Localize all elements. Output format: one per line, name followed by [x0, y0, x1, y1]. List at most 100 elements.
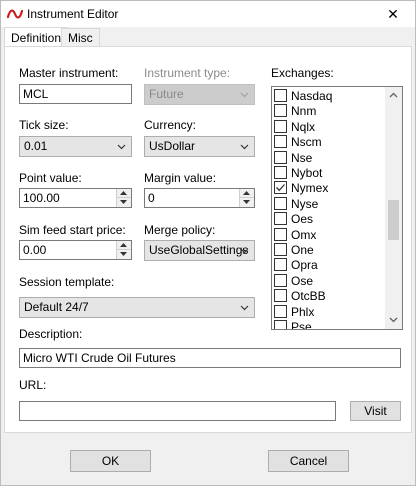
exchange-checkbox[interactable] — [274, 196, 287, 210]
scrollbar-thumb[interactable] — [388, 200, 399, 240]
scroll-down-arrow-icon[interactable] — [389, 315, 398, 324]
sim-feed-start-price-value: 0.00 — [23, 243, 47, 257]
chevron-down-icon — [240, 144, 249, 150]
exchange-name: Nybot — [291, 166, 323, 180]
exchange-item-ose[interactable]: Ose — [274, 273, 384, 289]
checkmark-icon — [276, 184, 285, 192]
instrument-type-select: Future — [144, 84, 255, 105]
increment-button[interactable] — [240, 189, 254, 198]
currency-label: Currency: — [144, 118, 197, 132]
tick-size-select[interactable]: 0.01 — [19, 136, 132, 157]
triangle-up-icon — [243, 191, 250, 195]
exchange-name: OtcBB — [291, 289, 326, 304]
exchange-name: Nnm — [291, 104, 317, 119]
point-value-spinner[interactable]: 100.00 — [19, 188, 132, 208]
description-input[interactable]: Micro WTI Crude Oil Futures — [19, 348, 401, 368]
exchange-item-opra[interactable]: Opra — [274, 257, 384, 273]
exchange-checkbox[interactable] — [274, 304, 287, 318]
margin-value-spinner[interactable]: 0 — [144, 188, 255, 208]
session-template-select[interactable]: Default 24/7 — [19, 297, 255, 318]
exchanges-listbox[interactable]: Nasdaq Nnm Nqlx Nscm Nse Nybot Nymex Nyse Oes Omx… — [271, 86, 403, 330]
exchange-item-otcbb[interactable]: OtcBB — [274, 288, 384, 304]
exchange-checkbox[interactable] — [274, 320, 287, 329]
scroll-up-arrow-icon[interactable] — [389, 91, 398, 100]
exchange-checkbox[interactable] — [274, 150, 287, 164]
exchange-name: Omx — [291, 227, 317, 242]
triangle-up-icon — [120, 243, 127, 247]
exchange-checkbox[interactable] — [274, 181, 287, 195]
chevron-down-icon — [240, 92, 249, 98]
triangle-down-icon — [120, 200, 127, 204]
tab-definition[interactable]: Definition — [4, 27, 69, 47]
exchange-checkbox[interactable] — [274, 212, 287, 226]
exchange-checkbox[interactable] — [274, 166, 287, 179]
currency-select[interactable]: UsDollar — [144, 136, 255, 157]
exchange-checkbox[interactable] — [274, 227, 287, 241]
margin-value-value: 0 — [148, 191, 155, 205]
exchange-item-pse[interactable]: Pse — [274, 319, 384, 330]
exchange-name: Nscm — [291, 135, 322, 150]
increment-button[interactable] — [117, 241, 131, 250]
exchange-checkbox[interactable] — [274, 135, 287, 149]
master-instrument-input[interactable]: MCL — [19, 84, 132, 104]
exchange-checkbox[interactable] — [274, 243, 287, 256]
merge-policy-select[interactable]: UseGlobalSettings — [144, 240, 255, 261]
definition-panel: Master instrument: MCL Instrument type: … — [4, 46, 412, 433]
exchange-item-nscm[interactable]: Nscm — [274, 134, 384, 150]
exchange-item-one[interactable]: One — [274, 242, 384, 258]
visit-button[interactable]: Visit — [350, 401, 401, 421]
tick-size-value: 0.01 — [24, 139, 48, 153]
cancel-button[interactable]: Cancel — [268, 450, 349, 472]
exchange-checkbox[interactable] — [274, 258, 287, 272]
triangle-up-icon — [120, 191, 127, 195]
exchange-name: Phlx — [291, 304, 315, 319]
instrument-type-label: Instrument type: — [144, 66, 231, 80]
exchange-item-omx[interactable]: Omx — [274, 227, 384, 243]
exchange-checkbox[interactable] — [274, 273, 287, 287]
exchange-name: Pse — [291, 320, 312, 330]
window-title: Instrument Editor — [27, 7, 119, 21]
exchange-item-nnm[interactable]: Nnm — [274, 103, 384, 119]
close-button[interactable]: ✕ — [371, 1, 415, 27]
spinner-buttons — [116, 241, 131, 259]
title-bar: Instrument Editor ✕ — [1, 1, 415, 27]
spinner-buttons — [239, 189, 254, 207]
exchange-name: Nse — [291, 150, 313, 165]
session-template-label: Session template: — [19, 275, 115, 289]
exchange-item-nqlx[interactable]: Nqlx — [274, 119, 384, 135]
chevron-down-icon — [117, 144, 126, 150]
exchange-name: Opra — [291, 258, 318, 273]
exchange-item-oes[interactable]: Oes — [274, 211, 384, 227]
close-icon: ✕ — [387, 6, 399, 22]
tab-misc[interactable]: Misc — [61, 28, 100, 47]
point-value-value: 100.00 — [23, 191, 60, 205]
exchange-name: Nasdaq — [291, 89, 333, 103]
merge-policy-value: UseGlobalSettings — [149, 243, 249, 257]
exchange-checkbox[interactable] — [274, 289, 287, 303]
exchange-item-nybot[interactable]: Nybot — [274, 165, 384, 181]
exchange-item-phlx[interactable]: Phlx — [274, 304, 384, 320]
session-template-value: Default 24/7 — [24, 300, 89, 314]
exchanges-scrollbar[interactable] — [385, 87, 402, 329]
exchange-checkbox[interactable] — [274, 104, 287, 118]
spinner-buttons — [116, 189, 131, 207]
triangle-down-icon — [120, 252, 127, 256]
exchange-item-nymex[interactable]: Nymex — [274, 180, 384, 196]
decrement-button[interactable] — [240, 198, 254, 207]
url-input[interactable] — [19, 401, 336, 421]
exchange-name: Nymex — [291, 181, 329, 196]
master-instrument-label: Master instrument: — [19, 66, 119, 80]
decrement-button[interactable] — [117, 250, 131, 259]
exchange-item-nasdaq[interactable]: Nasdaq — [274, 88, 384, 104]
decrement-button[interactable] — [117, 198, 131, 207]
exchange-item-nyse[interactable]: Nyse — [274, 196, 384, 212]
increment-button[interactable] — [117, 189, 131, 198]
exchange-item-nse[interactable]: Nse — [274, 150, 384, 166]
merge-policy-label: Merge policy: — [144, 223, 216, 237]
ok-button[interactable]: OK — [70, 450, 151, 472]
sim-feed-start-price-spinner[interactable]: 0.00 — [19, 240, 132, 260]
exchange-checkbox[interactable] — [274, 119, 287, 133]
chevron-down-icon — [240, 305, 249, 311]
exchange-checkbox[interactable] — [274, 89, 287, 102]
sim-feed-start-price-label: Sim feed start price: — [19, 223, 126, 237]
